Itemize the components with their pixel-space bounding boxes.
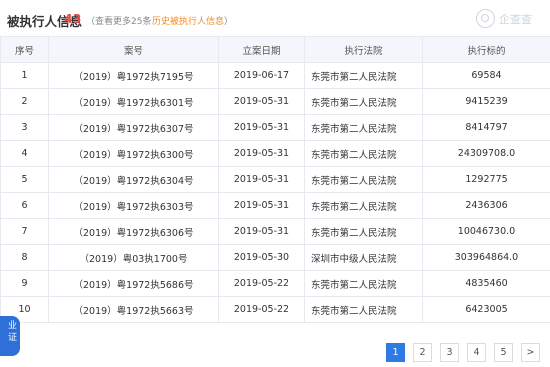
court-name: 深圳市中级人民法院	[304, 244, 423, 271]
col-header-amount: 执行标的	[422, 36, 550, 63]
badge-line-1: 业	[7, 321, 17, 331]
amount: 303964864.0	[422, 244, 550, 271]
row-index: 3	[0, 114, 49, 141]
amount: 9415239	[422, 88, 550, 115]
amount: 69584	[422, 62, 550, 89]
case-number-link[interactable]: （2019）粤1972执6303号	[48, 192, 219, 219]
table-header-row: 序号 案号 立案日期 执行法院 执行标的	[0, 36, 550, 63]
court-name: 东莞市第二人民法院	[304, 140, 423, 167]
court-name: 东莞市第二人民法院	[304, 62, 423, 89]
court-name: 东莞市第二人民法院	[304, 88, 423, 115]
amount: 8414797	[422, 114, 550, 141]
logo-text: 企查查	[499, 13, 532, 26]
table-row: 7 （2019）粤1972执6306号 2019-05-31 东莞市第二人民法院…	[0, 218, 550, 245]
page-button-1[interactable]: 1	[386, 343, 405, 362]
case-number-link[interactable]: （2019）粤1972执5686号	[48, 270, 219, 297]
amount: 6423005	[422, 296, 550, 323]
case-number-link[interactable]: （2019）粤03执1700号	[48, 244, 219, 271]
page: 被执行人信息 43 （查看更多25条 历史被执行人信息） 企查查 序号 案号 立…	[0, 0, 550, 367]
more-records-hint: （查看更多25条	[86, 17, 152, 27]
court-name: 东莞市第二人民法院	[304, 166, 423, 193]
col-header-filing-date: 立案日期	[218, 36, 305, 63]
case-number-link[interactable]: （2019）粤1972执6306号	[48, 218, 219, 245]
row-index: 5	[0, 166, 49, 193]
table-row: 4 （2019）粤1972执6300号 2019-05-31 东莞市第二人民法院…	[0, 140, 550, 167]
case-number-link[interactable]: （2019）粤1972执6301号	[48, 88, 219, 115]
table-row: 3 （2019）粤1972执6307号 2019-05-31 东莞市第二人民法院…	[0, 114, 550, 141]
amount: 1292775	[422, 166, 550, 193]
table-row: 8 （2019）粤03执1700号 2019-05-30 深圳市中级人民法院 3…	[0, 244, 550, 271]
filing-date: 2019-05-31	[218, 140, 305, 167]
court-name: 东莞市第二人民法院	[304, 296, 423, 323]
logo-icon	[476, 9, 495, 28]
hint-close: ）	[224, 17, 234, 27]
badge-line-2: 证	[7, 333, 17, 343]
side-badge[interactable]: 业 证	[0, 316, 20, 356]
filing-date: 2019-05-31	[218, 218, 305, 245]
table-row: 2 （2019）粤1972执6301号 2019-05-31 东莞市第二人民法院…	[0, 88, 550, 115]
next-page-button[interactable]: >	[521, 343, 540, 362]
filing-date: 2019-05-31	[218, 166, 305, 193]
filing-date: 2019-05-30	[218, 244, 305, 271]
table-row: 6 （2019）粤1972执6303号 2019-05-31 东莞市第二人民法院…	[0, 192, 550, 219]
row-index: 7	[0, 218, 49, 245]
court-name: 东莞市第二人民法院	[304, 218, 423, 245]
section-header: 被执行人信息 43 （查看更多25条 历史被执行人信息） 企查查	[0, 8, 550, 32]
page-button-4[interactable]: 4	[467, 343, 486, 362]
table-row: 9 （2019）粤1972执5686号 2019-05-22 东莞市第二人民法院…	[0, 270, 550, 297]
table-row: 10 （2019）粤1972执5663号 2019-05-22 东莞市第二人民法…	[0, 296, 550, 323]
table-row: 5 （2019）粤1972执6304号 2019-05-31 东莞市第二人民法院…	[0, 166, 550, 193]
table-row: 1 （2019）粤1972执7195号 2019-06-17 东莞市第二人民法院…	[0, 62, 550, 89]
case-number-link[interactable]: （2019）粤1972执7195号	[48, 62, 219, 89]
filing-date: 2019-05-31	[218, 192, 305, 219]
amount: 24309708.0	[422, 140, 550, 167]
row-index: 6	[0, 192, 49, 219]
row-index: 4	[0, 140, 49, 167]
page-button-5[interactable]: 5	[494, 343, 513, 362]
record-count: 43	[64, 11, 82, 26]
page-button-3[interactable]: 3	[440, 343, 459, 362]
execution-table: 序号 案号 立案日期 执行法院 执行标的 1 （2019）粤1972执7195号…	[0, 36, 550, 323]
court-name: 东莞市第二人民法院	[304, 270, 423, 297]
filing-date: 2019-06-17	[218, 62, 305, 89]
court-name: 东莞市第二人民法院	[304, 114, 423, 141]
col-header-court: 执行法院	[304, 36, 423, 63]
row-index: 1	[0, 62, 49, 89]
amount: 4835460	[422, 270, 550, 297]
court-name: 东莞市第二人民法院	[304, 192, 423, 219]
case-number-link[interactable]: （2019）粤1972执6304号	[48, 166, 219, 193]
col-header-index: 序号	[0, 36, 49, 63]
row-index: 9	[0, 270, 49, 297]
page-button-2[interactable]: 2	[413, 343, 432, 362]
amount: 10046730.0	[422, 218, 550, 245]
filing-date: 2019-05-31	[218, 88, 305, 115]
row-index: 8	[0, 244, 49, 271]
filing-date: 2019-05-31	[218, 114, 305, 141]
case-number-link[interactable]: （2019）粤1972执5663号	[48, 296, 219, 323]
history-link[interactable]: 历史被执行人信息）	[152, 14, 233, 27]
row-index: 2	[0, 88, 49, 115]
history-link-label[interactable]: 历史被执行人信息	[152, 17, 224, 27]
col-header-case-number: 案号	[48, 36, 219, 63]
case-number-link[interactable]: （2019）粤1972执6307号	[48, 114, 219, 141]
amount: 2436306	[422, 192, 550, 219]
watermark-logo: 企查查	[476, 8, 546, 30]
filing-date: 2019-05-22	[218, 296, 305, 323]
case-number-link[interactable]: （2019）粤1972执6300号	[48, 140, 219, 167]
filing-date: 2019-05-22	[218, 270, 305, 297]
